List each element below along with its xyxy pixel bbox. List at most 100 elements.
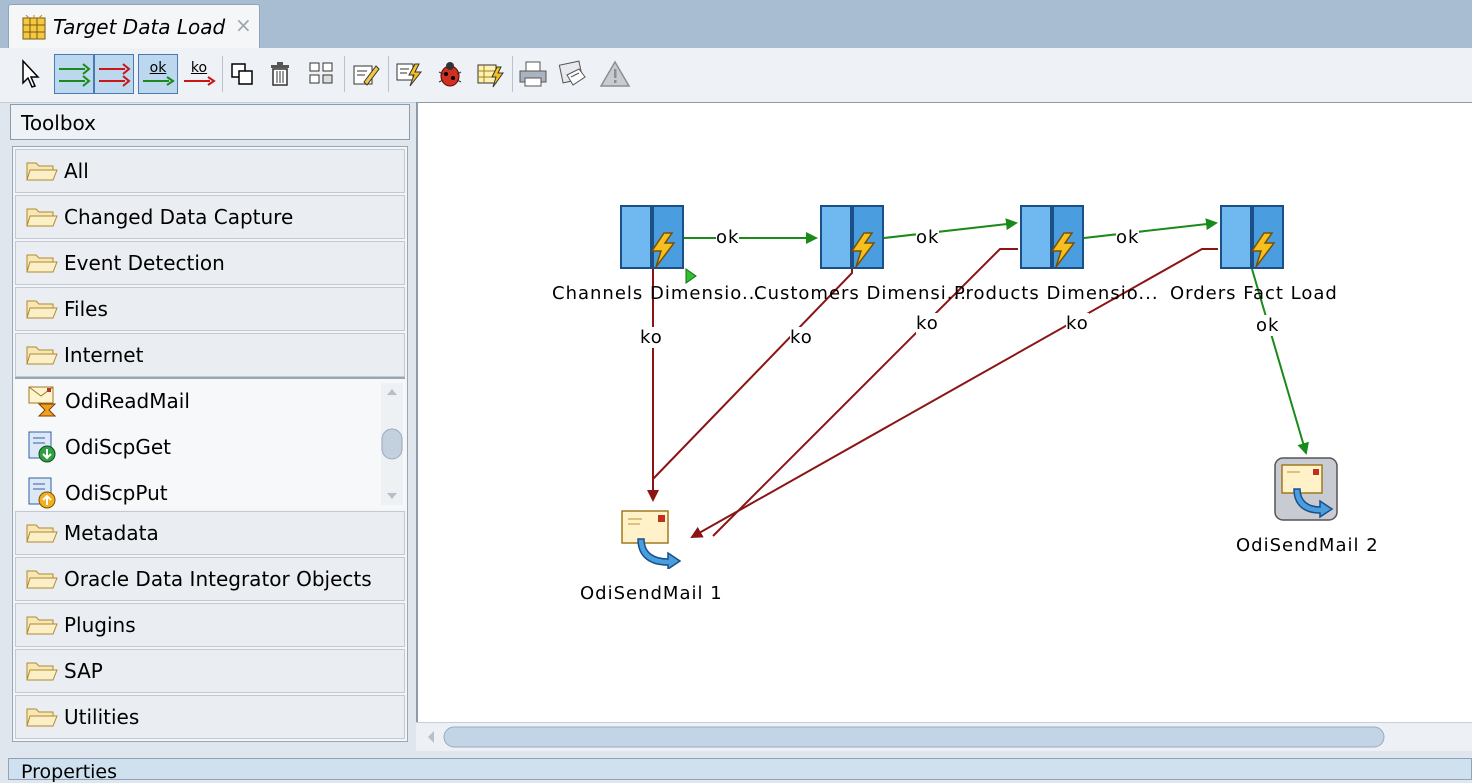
tab-target-data-load[interactable]: Target Data Load × (8, 4, 260, 48)
toolbox-title: Toolbox (21, 111, 96, 135)
ko-link-single-button[interactable]: ko (182, 54, 216, 94)
interface-step-icon (820, 205, 884, 269)
ok-label: ok (1256, 315, 1280, 336)
folder-icon (26, 708, 58, 727)
toolbox-vertical-scrollbar[interactable] (381, 383, 403, 505)
folder-icon (26, 662, 58, 681)
category-label: Files (64, 297, 108, 321)
arrange-button[interactable] (306, 54, 338, 94)
folder-icon (26, 208, 58, 227)
ok-label: ok (1116, 227, 1140, 248)
folder-icon (26, 254, 58, 273)
step-label: Orders Fact Load (1170, 283, 1338, 304)
delete-button[interactable] (266, 54, 294, 94)
step-products-dimension[interactable] (1020, 205, 1084, 269)
scp-get-icon (28, 431, 56, 463)
category-all[interactable]: All (15, 149, 405, 193)
tool-odireadmail[interactable]: OdiReadMail (15, 381, 190, 421)
generate-icon (477, 64, 504, 88)
ok-link-products-orders (1083, 218, 1218, 239)
ok-link-label: ok (149, 60, 167, 76)
folder-icon (26, 570, 58, 589)
interface-step-icon (1020, 205, 1084, 269)
editor-tab-bar: Target Data Load × (0, 0, 1472, 48)
pointer-icon (22, 59, 40, 88)
step-odisendmail-1[interactable] (620, 509, 684, 571)
step-label: Products Dimensio... (954, 283, 1159, 304)
folder-icon (26, 300, 58, 319)
category-changed-data-capture[interactable]: Changed Data Capture (15, 195, 405, 239)
generate-scenario-button[interactable] (474, 54, 506, 94)
step-odisendmail-2[interactable] (1274, 457, 1338, 521)
step-channels-dimension[interactable] (620, 205, 684, 269)
ok-arrow-icon (143, 76, 175, 86)
toolbar-separator (344, 56, 345, 92)
ko-label: ko (1066, 313, 1089, 334)
debug-button[interactable] (434, 54, 466, 94)
category-label: Utilities (64, 705, 140, 729)
tool-odiscpget[interactable]: OdiScpGet (15, 427, 171, 467)
canvas-horizontal-scrollbar[interactable] (416, 722, 1472, 751)
ko-label: ko (640, 327, 663, 348)
category-utilities[interactable]: Utilities (15, 695, 405, 739)
toolbar-separator (512, 56, 513, 92)
duplicate-button[interactable] (228, 54, 256, 94)
internet-tool-list: OdiReadMail OdiScpGet OdiScpPut (15, 377, 405, 509)
folder-icon (26, 162, 58, 181)
ko-arrow-icon (184, 76, 216, 86)
category-internet[interactable]: Internet (15, 333, 405, 377)
close-tab-icon[interactable]: × (235, 13, 252, 37)
ok-ko-link-button[interactable] (54, 54, 94, 94)
warning-button[interactable] (598, 54, 632, 94)
ok-label: ok (916, 227, 940, 248)
step-orders-fact-load[interactable] (1220, 205, 1284, 269)
category-plugins[interactable]: Plugins (15, 603, 405, 647)
category-label: Oracle Data Integrator Objects (64, 567, 372, 591)
bug-icon (438, 62, 462, 87)
tab-title: Target Data Load (53, 15, 226, 39)
ok-link-button[interactable]: ok (138, 54, 178, 94)
toolbox-panel: All Changed Data Capture Event Detection… (12, 146, 408, 742)
step-label: OdiSendMail 2 (1236, 535, 1379, 556)
toolbox-header[interactable]: Toolbox (10, 104, 410, 140)
execute-button[interactable] (394, 54, 426, 94)
category-event-detection[interactable]: Event Detection (15, 241, 405, 285)
tool-label: OdiReadMail (65, 389, 190, 413)
category-label: Internet (64, 343, 144, 367)
print-button[interactable] (516, 54, 550, 94)
step-label: Channels Dimensio... (552, 283, 763, 304)
interface-step-icon (620, 205, 684, 269)
warning-icon (599, 60, 631, 87)
page-setup-button[interactable] (556, 54, 590, 94)
toolbar-separator (222, 56, 223, 92)
read-mail-icon (28, 386, 57, 417)
category-odi-objects[interactable]: Oracle Data Integrator Objects (15, 557, 405, 601)
first-step-marker-icon (685, 268, 697, 284)
duplicate-icon (231, 63, 253, 85)
category-sap[interactable]: SAP (15, 649, 405, 693)
ko-label: ko (916, 313, 939, 334)
page-setup-icon (558, 60, 586, 86)
diagram-toolbar: ok ko (0, 48, 1472, 103)
ko-link-arrows-icon (99, 63, 131, 87)
ko-link-button[interactable] (94, 54, 134, 94)
category-metadata[interactable]: Metadata (15, 511, 405, 555)
select-pointer-button[interactable] (16, 54, 44, 94)
category-files[interactable]: Files (15, 287, 405, 331)
category-label: Metadata (64, 521, 159, 545)
ko-link-label: ko (190, 60, 208, 76)
step-customers-dimension[interactable] (820, 205, 884, 269)
interface-step-icon (1220, 205, 1284, 269)
scroll-left-icon (428, 731, 434, 743)
package-diagram-canvas[interactable]: ok ok ok ok ko ko ko ko Channels Dimensi… (416, 102, 1472, 750)
diagram-links (647, 218, 1309, 538)
trash-icon (271, 62, 289, 86)
edit-pencil-icon (353, 65, 380, 86)
edit-step-button[interactable] (350, 54, 382, 94)
folder-icon (26, 616, 58, 635)
ok-link-customers-products (883, 218, 1018, 239)
tool-odiscpput[interactable]: OdiScpPut (15, 473, 168, 513)
properties-panel-header[interactable]: Properties (8, 758, 1472, 783)
arrange-icon (309, 62, 333, 84)
scroll-thumb (443, 726, 1385, 748)
